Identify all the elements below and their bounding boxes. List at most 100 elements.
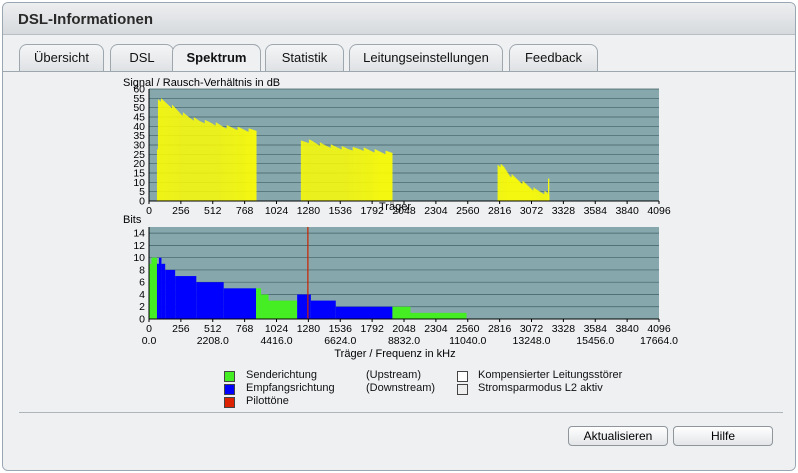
tab-feedback[interactable]: Feedback (509, 44, 598, 71)
snr-bar (507, 173, 509, 201)
snr-bar (193, 117, 195, 201)
snr-bar (366, 149, 368, 201)
snr-bar (303, 141, 305, 201)
snr-bar (239, 127, 241, 201)
tab-spectrum[interactable]: Spektrum (172, 44, 261, 73)
footer-divider (19, 412, 783, 413)
snr-bar (533, 187, 535, 201)
snr-bar (184, 114, 186, 201)
snr-bar (356, 148, 358, 201)
snr-bar (388, 151, 390, 201)
snr-bar (228, 126, 230, 201)
snr-bar (204, 120, 206, 201)
snr-bar (506, 171, 508, 201)
snr-bar (328, 147, 330, 201)
snr-bar (216, 123, 218, 201)
snr-bar (379, 151, 381, 201)
snr-bar (508, 174, 510, 201)
snr-x-tick-label: 768 (236, 205, 254, 217)
bits-bar-upstream (268, 300, 298, 319)
snr-bar (498, 165, 500, 201)
snr-bar (157, 99, 159, 201)
snr-bar (517, 179, 519, 201)
bits-x-tick-label: 1024 (265, 323, 289, 335)
snr-bar (313, 142, 315, 201)
snr-bar (343, 147, 345, 201)
bits-x-tick-label: 2560 (456, 323, 480, 335)
snr-bar (253, 130, 255, 201)
snr-bar (170, 107, 172, 201)
snr-bar (230, 127, 232, 201)
snr-bar (371, 151, 373, 201)
legend-direction-downstream: (Downstream) (366, 382, 436, 394)
snr-bar (327, 146, 329, 201)
legend-label-l2: Stromsparmodus L2 aktiv (478, 382, 603, 394)
snr-bar (369, 150, 371, 201)
snr-bar (166, 104, 168, 201)
bits-freq-tick-label: 6624.0 (324, 335, 356, 347)
snr-bar (524, 182, 526, 201)
snr-bar (539, 191, 541, 201)
snr-bar (336, 147, 338, 201)
snr-bar (309, 139, 311, 201)
bits-x-tick-label: 2048 (392, 323, 416, 335)
tab-dsl[interactable]: DSL (110, 44, 174, 71)
snr-bar (339, 148, 341, 201)
snr-bar (344, 147, 346, 201)
help-button[interactable]: Hilfe (673, 426, 773, 446)
snr-bar (163, 101, 165, 201)
snr-bar (509, 176, 511, 201)
tab-statistics[interactable]: Statistik (265, 44, 344, 71)
snr-bar (190, 118, 192, 201)
snr-bar (189, 118, 191, 201)
bits-freq-tick-label: 13248.0 (513, 335, 551, 347)
snr-bar (537, 190, 539, 201)
bits-x-tick-label: 3584 (584, 323, 608, 335)
snr-bar (538, 190, 540, 201)
bits-chart: 02468101214 0 256 512 768 1024 1280 1536 1792 204… (133, 227, 678, 347)
snr-bar (500, 164, 502, 201)
snr-bar (497, 164, 499, 201)
tab-overview[interactable]: Übersicht (19, 44, 104, 71)
snr-bar (384, 154, 386, 201)
refresh-button[interactable]: Aktualisieren (568, 426, 668, 446)
legend-swatch-l2 (457, 384, 468, 395)
snr-bar (535, 189, 537, 201)
bits-bar-downstream (310, 300, 336, 319)
snr-bar (162, 100, 164, 201)
snr-bar (325, 145, 327, 201)
snr-bar (229, 126, 231, 201)
snr-x-tick-label: 256 (172, 205, 190, 217)
snr-bar (160, 98, 162, 201)
bits-x-tick-label: 3328 (552, 323, 576, 335)
snr-x-tick-label: 3840 (615, 205, 639, 217)
legend-label-pilot: Pilottöne (246, 395, 289, 407)
snr-bar (522, 180, 524, 201)
legend-swatch-downstream (224, 384, 235, 395)
snr-bar (534, 188, 536, 201)
bits-bar-downstream (156, 263, 159, 319)
snr-bar (360, 149, 362, 201)
snr-bar (206, 120, 208, 201)
snr-bar (338, 148, 340, 201)
snr-bar (351, 150, 353, 201)
snr-bar (302, 141, 304, 201)
snr-bar (176, 110, 178, 201)
snr-bar (227, 125, 229, 201)
bits-y-tick-label: 0 (139, 314, 145, 326)
snr-x-tick-label: 2304 (424, 205, 448, 217)
snr-x-tick-label: 1280 (297, 205, 321, 217)
snr-x-tick-label: 4096 (647, 205, 671, 217)
bits-chart-title: Bits (123, 214, 142, 226)
bits-x-tick-label: 2304 (424, 323, 448, 335)
snr-bar (352, 147, 354, 201)
snr-bar (158, 100, 160, 201)
snr-bar (527, 185, 529, 201)
bits-bar-upstream (410, 312, 467, 319)
snr-bar (320, 143, 322, 201)
tab-line-settings[interactable]: Leitungseinstellungen (349, 44, 503, 71)
snr-bar (178, 112, 180, 201)
snr-bar (311, 141, 313, 201)
legend-label-downstream: Empfangsrichtung (246, 382, 335, 394)
snr-bar (243, 129, 245, 201)
